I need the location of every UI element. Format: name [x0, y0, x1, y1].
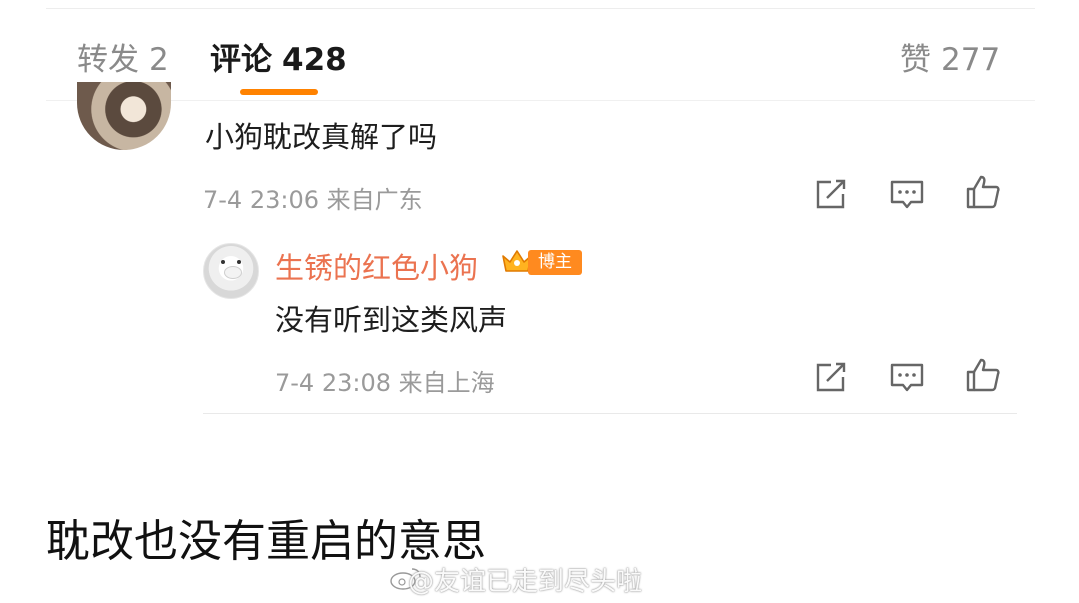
reply-text: 没有听到这类风声 [275, 303, 508, 337]
watermark: @友谊已走到尽头啦 [408, 567, 643, 597]
comment-text: 小狗耽改真解了吗 [205, 120, 438, 154]
like-icon[interactable] [965, 357, 1001, 393]
reply-divider [203, 413, 1017, 414]
tab-comment[interactable]: 评论 428 [210, 34, 347, 79]
tab-repost-count: 2 [149, 42, 169, 78]
weibo-comment-screenshot: 转发 2 评论 428 赞 277 小狗耽改真解了吗 7-4 23:06 来自广东 生… [0, 0, 1079, 603]
avatar[interactable] [203, 243, 259, 299]
tab-like-label: 赞 [900, 42, 931, 78]
tab-repost-label: 转发 [77, 42, 139, 78]
avatar-eye [237, 260, 241, 264]
reply-username[interactable]: 生锈的红色小狗 [275, 245, 478, 287]
edit-icon[interactable] [813, 359, 849, 395]
tab-comment-label: 评论 [210, 42, 272, 78]
avatar[interactable] [77, 82, 171, 150]
edit-icon[interactable] [813, 176, 849, 212]
caption-text: 耽改也没有重启的意思 [46, 516, 486, 567]
tabs-divider [46, 100, 1035, 101]
reply-meta: 7-4 23:08 来自上海 [275, 369, 495, 397]
tab-repost[interactable]: 转发 2 [77, 34, 169, 79]
tab-comment-count: 428 [282, 42, 347, 78]
like-icon[interactable] [965, 174, 1001, 210]
author-badge: 博主 [528, 250, 582, 275]
comment-meta: 7-4 23:06 来自广东 [203, 186, 423, 214]
active-tab-indicator [240, 89, 318, 95]
comment-icon[interactable] [889, 359, 925, 395]
avatar-snout [224, 266, 242, 279]
comment-icon[interactable] [889, 176, 925, 212]
tab-like-count: 277 [941, 42, 1001, 78]
top-divider [46, 8, 1035, 9]
avatar-eye [221, 260, 225, 264]
tab-like[interactable]: 赞 277 [900, 34, 1000, 79]
